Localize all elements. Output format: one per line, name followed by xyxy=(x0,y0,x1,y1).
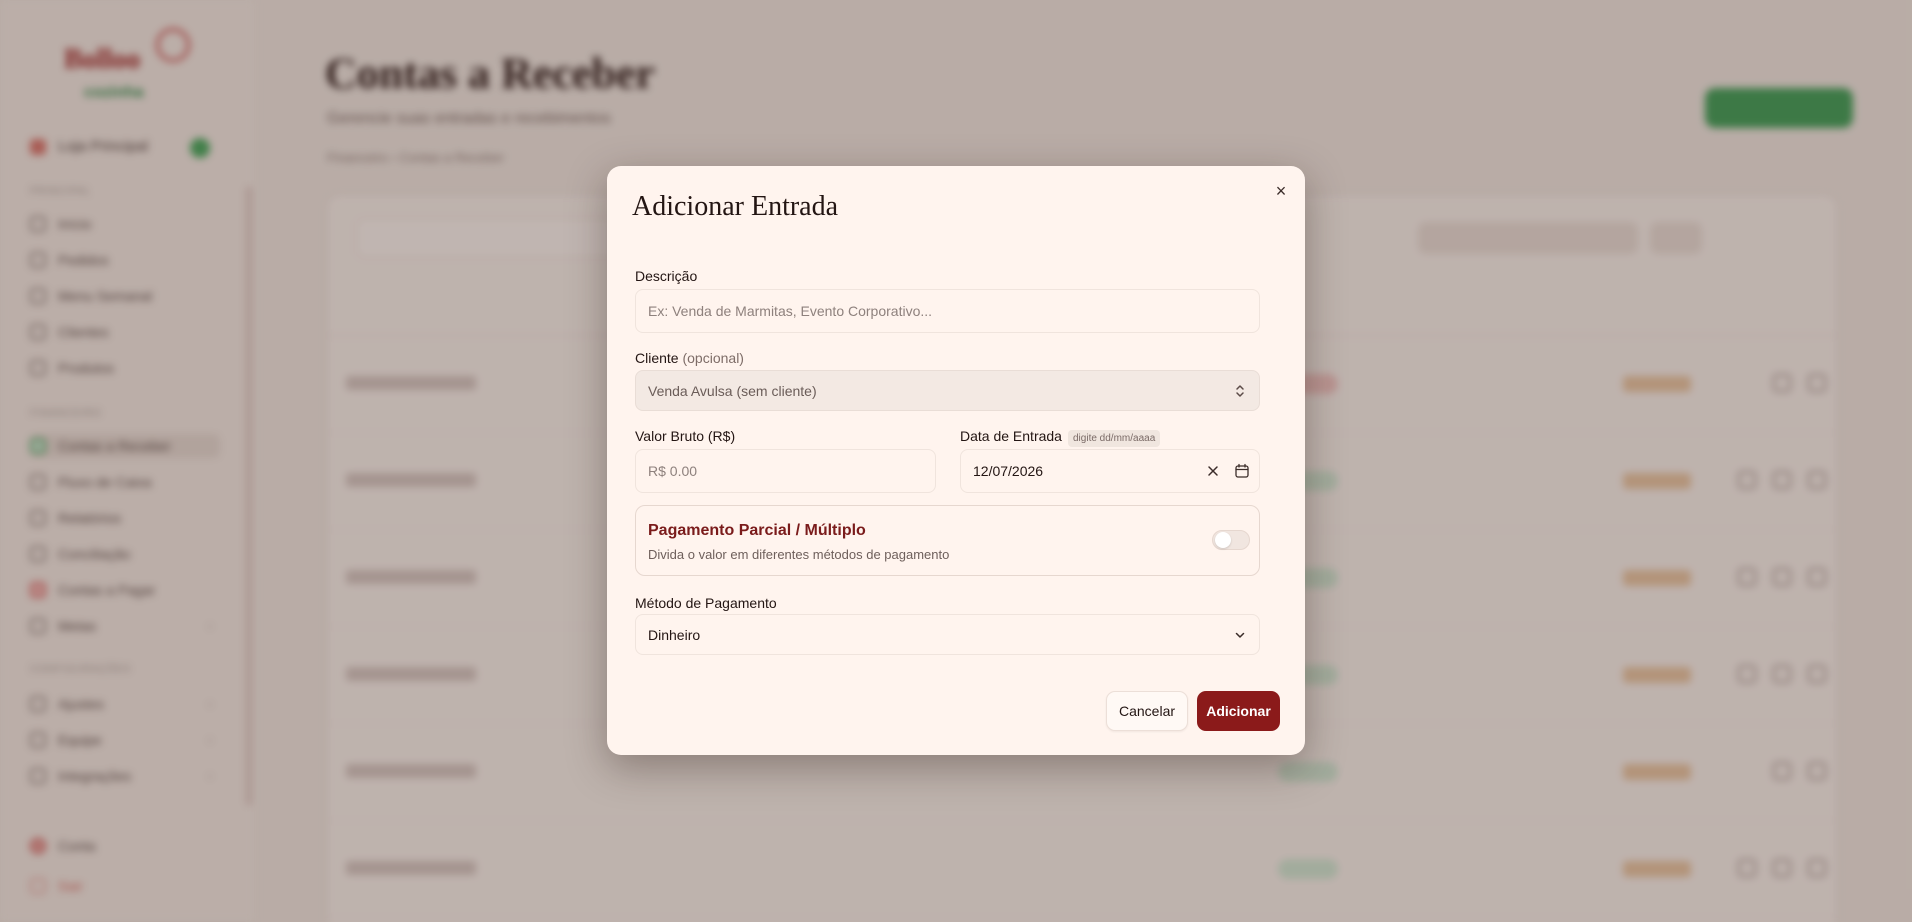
close-icon[interactable]: × xyxy=(1271,182,1291,202)
data-entrada-input[interactable]: 12/07/2026 xyxy=(960,449,1260,493)
metodo-pagamento-selected: Dinheiro xyxy=(648,627,701,643)
chevron-updown-icon xyxy=(1236,385,1244,397)
valor-bruto-label: Valor Bruto (R$) xyxy=(635,428,736,444)
clear-icon[interactable] xyxy=(1207,465,1219,477)
descricao-label: Descrição xyxy=(635,268,698,284)
descricao-input[interactable]: Ex: Venda de Marmitas, Evento Corporativ… xyxy=(635,289,1260,333)
cancel-button[interactable]: Cancelar xyxy=(1106,691,1188,731)
partial-payment-description: Divida o valor em diferentes métodos de … xyxy=(648,547,950,562)
cliente-label-optional: (opcional) xyxy=(682,350,744,366)
modal-title: Adicionar Entrada xyxy=(632,191,839,222)
cliente-selected: Venda Avulsa (sem cliente) xyxy=(648,383,817,399)
calendar-icon[interactable] xyxy=(1234,463,1250,479)
submit-button[interactable]: Adicionar xyxy=(1197,691,1280,731)
date-format-hint: digite dd/mm/aaaa xyxy=(1068,430,1161,447)
metodo-pagamento-select[interactable]: Dinheiro xyxy=(635,614,1260,655)
partial-payment-card: Pagamento Parcial / Múltiplo Divida o va… xyxy=(635,505,1260,576)
metodo-pagamento-label: Método de Pagamento xyxy=(635,595,777,611)
descricao-placeholder: Ex: Venda de Marmitas, Evento Corporativ… xyxy=(648,303,933,319)
data-entrada-value: 12/07/2026 xyxy=(973,463,1044,479)
partial-payment-toggle[interactable] xyxy=(1212,530,1250,550)
partial-payment-title: Pagamento Parcial / Múltiplo xyxy=(648,522,866,539)
cliente-label-text: Cliente xyxy=(635,350,679,366)
cliente-label: Cliente (opcional) xyxy=(635,350,744,366)
valor-bruto-input[interactable]: R$ 0.00 xyxy=(635,449,936,493)
valor-bruto-placeholder: R$ 0.00 xyxy=(648,463,698,479)
data-entrada-label: Data de Entrada xyxy=(960,428,1062,444)
chevron-down-icon xyxy=(1235,632,1245,638)
cliente-select[interactable]: Venda Avulsa (sem cliente) xyxy=(635,370,1260,411)
